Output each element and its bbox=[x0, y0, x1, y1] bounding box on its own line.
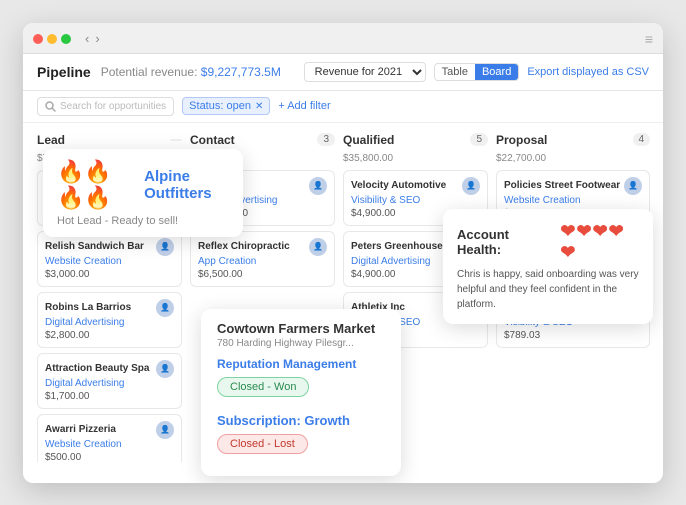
status-badge-close[interactable]: ✕ bbox=[255, 101, 263, 112]
pipeline-title: Pipeline bbox=[37, 64, 91, 80]
col-count-proposal: 4 bbox=[633, 133, 651, 146]
subscription-title: Subscription: Growth bbox=[217, 413, 385, 428]
avatar: 👤 bbox=[309, 238, 327, 256]
view-toggle: Table Board bbox=[434, 63, 520, 81]
forward-button[interactable]: › bbox=[93, 31, 101, 46]
minimize-button[interactable] bbox=[47, 34, 57, 44]
table-view-button[interactable]: Table bbox=[435, 64, 475, 80]
top-bar-right: Revenue for 2021 Table Board Export disp… bbox=[304, 62, 649, 82]
browser-window: ‹ › ≡ Pipeline Potential revenue: $9,227… bbox=[23, 23, 663, 483]
cowtown-title: Cowtown Farmers Market bbox=[217, 321, 385, 336]
col-count-contact: 3 bbox=[317, 133, 335, 146]
alpine-header: 🔥🔥🔥🔥 Alpine Outfitters bbox=[57, 159, 229, 211]
avatar: 👤 bbox=[156, 421, 174, 439]
col-header-lead: Lead bbox=[37, 133, 182, 147]
health-text: Chris is happy, said onboarding was very… bbox=[457, 267, 639, 312]
close-button[interactable] bbox=[33, 34, 43, 44]
kanban-card[interactable]: Attraction Beauty Spa 👤 Digital Advertis… bbox=[37, 353, 182, 409]
search-icon bbox=[45, 101, 56, 112]
revenue-year-select[interactable]: Revenue for 2021 bbox=[304, 62, 426, 82]
col-count-qualified: 5 bbox=[470, 133, 488, 146]
col-title-contact: Contact bbox=[190, 133, 235, 147]
status-badge: Status: open ✕ bbox=[182, 97, 270, 115]
col-amount-proposal: $22,700.00 bbox=[496, 153, 650, 164]
tooltip-alpine: 🔥🔥🔥🔥 Alpine Outfitters Hot Lead - Ready … bbox=[43, 149, 243, 237]
status-pill-won: Closed - Won bbox=[217, 377, 309, 397]
maximize-button[interactable] bbox=[61, 34, 71, 44]
col-header-qualified: Qualified 5 bbox=[343, 133, 488, 147]
col-header-contact: Contact 3 bbox=[190, 133, 335, 147]
cowtown-address: 780 Harding Highway Pilesgr... bbox=[217, 338, 385, 349]
col-header-proposal: Proposal 4 bbox=[496, 133, 650, 147]
col-title-proposal: Proposal bbox=[496, 133, 547, 147]
kanban-card[interactable]: Robins La Barrios 👤 Digital Advertising … bbox=[37, 292, 182, 348]
fire-icon: 🔥🔥🔥🔥 bbox=[57, 159, 136, 211]
col-title-lead: Lead bbox=[37, 133, 65, 147]
avatar: 👤 bbox=[156, 238, 174, 256]
cowtown-service: Reputation Management bbox=[217, 357, 385, 371]
col-count-lead bbox=[170, 139, 182, 141]
back-button[interactable]: ‹ bbox=[83, 31, 91, 46]
filter-bar: Search for opportunities Status: open ✕ … bbox=[23, 91, 663, 123]
export-button[interactable]: Export displayed as CSV bbox=[527, 66, 649, 78]
health-title: Account Health: ❤❤❤❤❤ bbox=[457, 221, 639, 263]
tooltip-account-health: Account Health: ❤❤❤❤❤ Chris is happy, sa… bbox=[443, 209, 653, 324]
traffic-lights bbox=[33, 34, 71, 44]
kanban-card[interactable]: Awarri Pizzeria 👤 Website Creation $500.… bbox=[37, 414, 182, 462]
nav-arrows: ‹ › bbox=[83, 31, 102, 46]
alpine-subtitle: Hot Lead - Ready to sell! bbox=[57, 215, 229, 227]
app-content: Pipeline Potential revenue: $9,227,773.5… bbox=[23, 54, 663, 483]
avatar: 👤 bbox=[156, 299, 174, 317]
avatar: 👤 bbox=[156, 360, 174, 378]
hearts-icon: ❤❤❤❤❤ bbox=[560, 221, 639, 263]
avatar: 👤 bbox=[462, 177, 480, 195]
kanban-card[interactable]: Relish Sandwich Bar 👤 Website Creation $… bbox=[37, 231, 182, 287]
search-box[interactable]: Search for opportunities bbox=[37, 97, 174, 116]
browser-chrome: ‹ › ≡ bbox=[23, 23, 663, 54]
col-amount-qualified: $35,800.00 bbox=[343, 153, 488, 164]
status-pill-lost: Closed - Lost bbox=[217, 434, 308, 454]
hamburger-icon[interactable]: ≡ bbox=[645, 31, 653, 47]
revenue-value: $9,227,773.5M bbox=[201, 65, 281, 79]
tooltip-cowtown: Cowtown Farmers Market 780 Harding Highw… bbox=[201, 309, 401, 476]
search-placeholder: Search for opportunities bbox=[60, 101, 166, 112]
add-filter-button[interactable]: + Add filter bbox=[278, 100, 330, 112]
potential-revenue-label: Potential revenue: $9,227,773.5M bbox=[101, 65, 281, 79]
top-bar: Pipeline Potential revenue: $9,227,773.5… bbox=[23, 54, 663, 91]
board-view-button[interactable]: Board bbox=[475, 64, 518, 80]
col-title-qualified: Qualified bbox=[343, 133, 394, 147]
alpine-title: Alpine Outfitters bbox=[144, 168, 229, 202]
kanban-card[interactable]: Reflex Chiropractic 👤 App Creation $6,50… bbox=[190, 231, 335, 287]
avatar: 👤 bbox=[309, 177, 327, 195]
avatar: 👤 bbox=[624, 177, 642, 195]
